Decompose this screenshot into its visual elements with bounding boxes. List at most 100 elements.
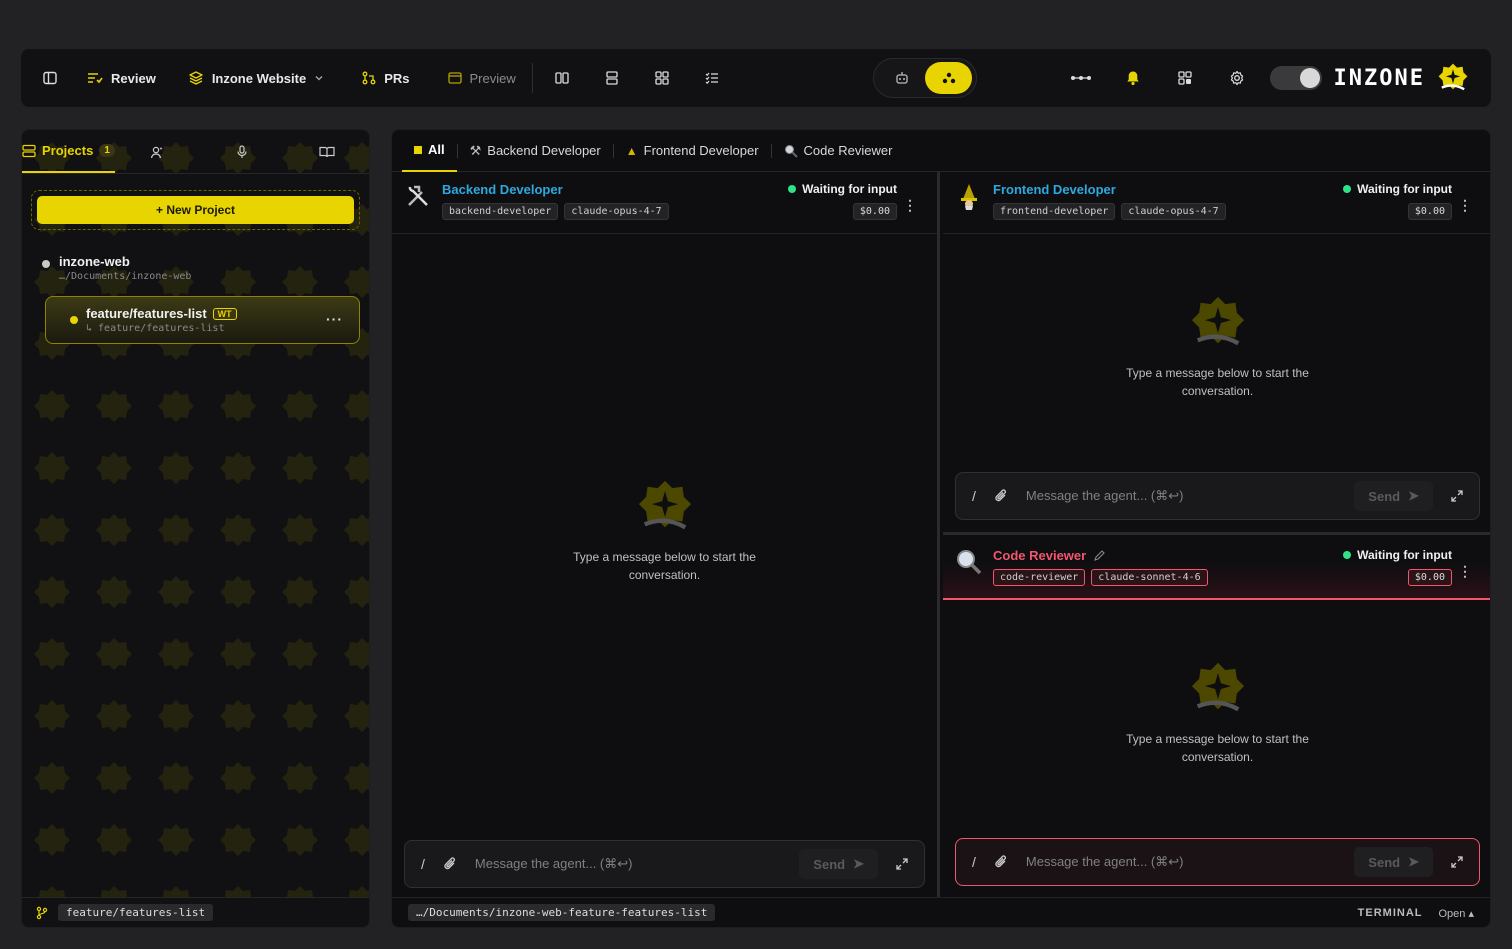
tab-voice[interactable] (200, 130, 285, 173)
tab-backend-developer[interactable]: ⚒ Backend Developer (458, 130, 613, 172)
chevron-down-icon (315, 76, 323, 81)
preview-label: Preview (469, 70, 516, 86)
agent-id-tag: frontend-developer (993, 203, 1116, 220)
agent-header: Frontend Developer frontend-developer cl… (943, 172, 1490, 234)
layout-grid-icon[interactable] (645, 62, 679, 94)
layout-columns-icon[interactable] (545, 62, 579, 94)
tab-all-label: All (428, 142, 445, 157)
terminal-label[interactable]: TERMINAL (1358, 907, 1423, 920)
tab-projects[interactable]: Projects 1 (22, 130, 115, 173)
more-vertical-icon[interactable]: ⋮ (1458, 563, 1472, 580)
bell-icon[interactable] (1108, 62, 1158, 94)
pencil-edit-icon[interactable] (1094, 550, 1105, 561)
browser-window-icon (447, 72, 462, 84)
connection-icon[interactable] (1056, 62, 1106, 94)
send-arrow-icon: ➤ (853, 856, 864, 871)
status-text: Waiting for input (1357, 548, 1452, 562)
empty-state: Type a message below to start the conver… (392, 478, 937, 584)
wizard-icon (961, 184, 977, 210)
tab-all[interactable]: All (402, 130, 457, 172)
empty-state: Type a message below to start the conver… (943, 294, 1490, 400)
send-button[interactable]: Send ➤ (1354, 847, 1433, 877)
agent-name: Frontend Developer (993, 182, 1116, 197)
tab-docs[interactable] (284, 130, 369, 173)
layout-rows-icon[interactable] (595, 62, 629, 94)
tab-backend-label: Backend Developer (487, 143, 601, 158)
magnifier-icon (784, 144, 798, 158)
worktree-active-dot (70, 316, 78, 324)
send-label: Send (1368, 488, 1401, 504)
pull-request-icon (362, 71, 376, 85)
project-item-inzone-web[interactable]: inzone-web …/Documents/inzone-web (42, 254, 369, 282)
slash-command-icon[interactable]: / (972, 854, 976, 870)
sidebar-background-pattern (22, 130, 369, 927)
tab-reviewer-label: Code Reviewer (803, 143, 893, 158)
git-branch-icon (36, 906, 48, 919)
agent-status: Waiting for input (1343, 548, 1452, 562)
message-composer: / Message the agent... (⌘↩) Send ➤ (955, 472, 1480, 520)
user-icon (151, 146, 163, 158)
hammer-wrench-icon: ⚒ (469, 142, 482, 158)
send-label: Send (1368, 854, 1401, 870)
mode-multi-agent-button[interactable] (925, 62, 972, 94)
message-input[interactable]: Message the agent... (⌘↩) (1026, 488, 1336, 504)
empty-state-text: Type a message below to start the conver… (1126, 366, 1309, 398)
model-tag: claude-sonnet-4-6 (1091, 569, 1208, 586)
worktree-path-chip: …/Documents/inzone-web-feature-features-… (408, 904, 716, 921)
agent-pane-code-reviewer: Code Reviewer code-reviewer claude-sonne… (943, 538, 1490, 898)
agent-name: Backend Developer (442, 182, 563, 197)
inzone-logo-icon (638, 480, 691, 530)
theme-toggle[interactable] (1269, 66, 1322, 90)
project-selector[interactable]: Inzone Website (176, 62, 336, 94)
agent-pane-backend: Backend Developer backend-developer clau… (392, 172, 940, 898)
new-project-dropzone: + New Project (31, 190, 360, 230)
prs-button[interactable]: PRs (350, 62, 421, 94)
wizard-icon: ▲ (625, 143, 638, 158)
microphone-icon (237, 144, 247, 158)
new-project-button[interactable]: + New Project (37, 196, 354, 224)
agent-status: Waiting for input (1343, 182, 1452, 196)
book-icon (319, 146, 335, 157)
review-button[interactable]: Review (75, 62, 168, 94)
brand-wordmark: INZONE (1333, 65, 1425, 91)
project-selector-label: Inzone Website (211, 70, 307, 86)
message-input[interactable]: Message the agent... (⌘↩) (475, 856, 781, 872)
more-vertical-icon[interactable]: ⋮ (1458, 197, 1472, 214)
tab-code-reviewer[interactable]: Code Reviewer (772, 130, 905, 172)
toolbar-divider (531, 63, 533, 93)
slash-command-icon[interactable]: / (421, 856, 425, 872)
send-button[interactable]: Send ➤ (1354, 481, 1433, 511)
tab-projects-label: Projects (42, 143, 94, 158)
empty-state-text: Type a message below to start the conver… (573, 550, 756, 582)
mode-single-agent-button[interactable] (878, 62, 925, 94)
send-button[interactable]: Send ➤ (799, 849, 878, 879)
gear-icon[interactable] (1212, 62, 1262, 94)
tab-frontend-developer[interactable]: ▲ Frontend Developer (614, 130, 771, 172)
preview-button[interactable]: Preview (436, 62, 528, 94)
paperclip-icon[interactable] (443, 856, 457, 872)
checklist-icon[interactable] (695, 62, 729, 94)
sidebar-tabs: Projects 1 (22, 130, 369, 174)
tab-agents[interactable] (115, 130, 200, 173)
agent-header: Code Reviewer code-reviewer claude-sonne… (943, 538, 1490, 600)
tab-frontend-label: Frontend Developer (643, 143, 759, 158)
apps-grid-icon[interactable] (1160, 62, 1210, 94)
paperclip-icon[interactable] (994, 854, 1008, 870)
toggle-sidebar-icon[interactable] (33, 62, 67, 94)
review-label: Review (111, 70, 156, 86)
slash-command-icon[interactable]: / (972, 488, 976, 504)
terminal-open-toggle[interactable]: Open ▴ (1439, 907, 1475, 920)
expand-icon[interactable] (896, 858, 908, 870)
status-dot (1343, 551, 1352, 559)
project-path: …/Documents/inzone-web (59, 271, 192, 282)
expand-icon[interactable] (1451, 490, 1463, 502)
top-toolbar: Review Inzone Website PRs Preview INZONE (21, 49, 1491, 107)
message-input[interactable]: Message the agent... (⌘↩) (1026, 854, 1336, 870)
paperclip-icon[interactable] (994, 488, 1008, 504)
agent-status: Waiting for input (788, 182, 897, 196)
more-vertical-icon[interactable]: ⋮ (903, 197, 917, 214)
expand-icon[interactable] (1451, 856, 1463, 868)
mode-switcher (873, 58, 977, 98)
worktree-more-icon[interactable]: ··· (326, 311, 343, 327)
worktree-item[interactable]: feature/features-list WT ↳ feature/featu… (45, 296, 360, 344)
